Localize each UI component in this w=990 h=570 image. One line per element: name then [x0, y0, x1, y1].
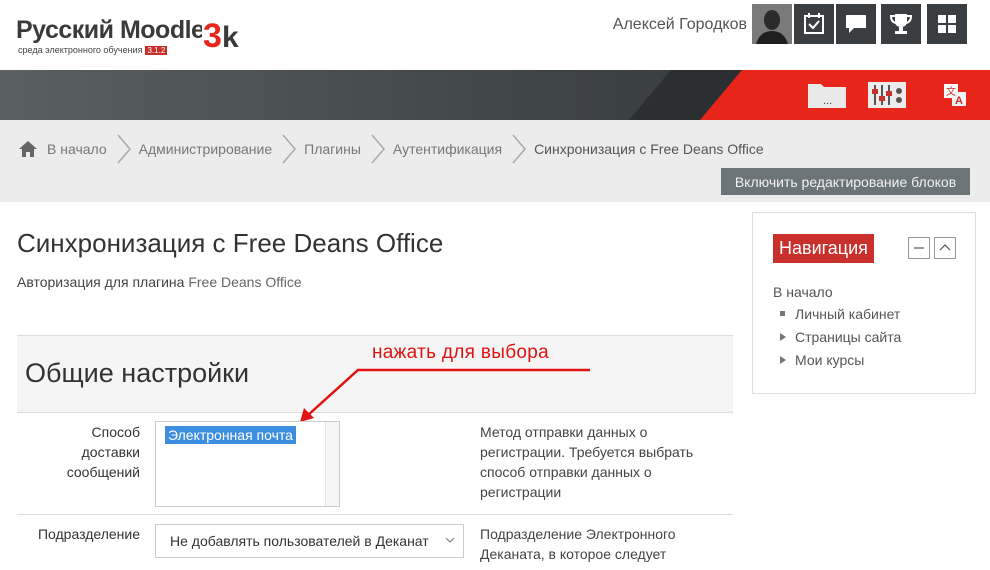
breadcrumb-separator-icon — [371, 134, 385, 164]
messages-button[interactable] — [836, 4, 876, 44]
breadcrumb-separator-icon — [282, 134, 297, 164]
avatar[interactable] — [752, 4, 792, 44]
breadcrumb-link[interactable]: Аутентификация — [393, 141, 502, 157]
badges-button[interactable] — [881, 4, 921, 44]
department-select-value: Не добавлять пользователей в Деканат — [170, 533, 429, 549]
square-bullet-icon — [780, 311, 785, 316]
files-button[interactable]: ... — [807, 80, 847, 110]
dock-block-button[interactable] — [908, 237, 930, 259]
admin-settings-button[interactable] — [867, 80, 907, 110]
trophy-icon — [889, 14, 913, 34]
nav-item-site-pages[interactable]: Страницы сайта — [779, 329, 901, 345]
settings-panel-icon — [868, 82, 906, 108]
breadcrumb: В начало Администрирование Плагины Аутен… — [18, 132, 764, 166]
listbox-scrollbar[interactable] — [325, 422, 339, 506]
breadcrumb-link[interactable]: В начало — [47, 141, 107, 157]
delivery-option-email[interactable]: Электронная почта — [165, 426, 296, 444]
calendar-button[interactable] — [794, 4, 834, 44]
row-divider — [17, 514, 733, 515]
breadcrumb-separator-icon — [117, 134, 131, 164]
home-icon — [19, 141, 37, 157]
logo-version: 3.1.2 — [145, 46, 168, 55]
top-header: Русский Moodle среда электронного обучен… — [0, 0, 990, 70]
nav-item-label: Мои курсы — [795, 352, 865, 368]
delivery-method-description: Метод отправки данных о регистрации. Тре… — [480, 424, 694, 500]
breadcrumb-link[interactable]: Администрирование — [139, 141, 273, 157]
delivery-method-label: Способ доставки сообщений — [66, 424, 140, 480]
svg-text:A: A — [955, 95, 963, 107]
nav-item-my-courses[interactable]: Мои курсы — [779, 352, 864, 368]
caret-right-icon — [780, 356, 786, 364]
edit-blocks-button[interactable]: Включить редактирование блоков — [721, 168, 970, 195]
language-button[interactable]: 文 A — [935, 80, 975, 110]
breadcrumb-separator-icon — [512, 134, 527, 164]
apps-button[interactable] — [927, 4, 967, 44]
navigation-block: Навигация В начало Личный кабинет Страни… — [752, 212, 976, 394]
department-description: Подразделение Электронного Деканата, в к… — [480, 526, 676, 562]
svg-text:...: ... — [823, 95, 832, 107]
minus-icon — [914, 247, 924, 249]
page-title: Синхронизация с Free Deans Office — [17, 228, 444, 258]
breadcrumb-item[interactable]: Администрирование — [107, 134, 273, 164]
page-subtitle: Авторизация для плагина Free Deans Offic… — [17, 274, 302, 290]
breadcrumb-link[interactable]: Плагины — [304, 141, 361, 157]
nav-item-label: Личный кабинет — [795, 306, 901, 322]
logo-subtitle: среда электронного обучения 3.1.2 — [18, 45, 168, 55]
page-subtitle-plugin: Free Deans Office — [188, 274, 302, 290]
messages-icon — [846, 15, 866, 33]
caret-right-icon — [780, 333, 786, 341]
user-name[interactable]: Алексей Городков — [613, 16, 747, 34]
collapse-block-button[interactable] — [934, 237, 956, 259]
logo-title: Русский Moodle — [16, 16, 205, 44]
annotation-arrow-icon — [300, 368, 590, 422]
breadcrumb-home[interactable]: В начало — [18, 140, 107, 158]
nav-item-dashboard[interactable]: Личный кабинет — [779, 306, 900, 322]
grid-icon — [938, 15, 956, 33]
nav-item-label: Страницы сайта — [795, 329, 902, 345]
department-label: Подразделение — [37, 526, 140, 542]
folder-icon: ... — [808, 84, 846, 108]
calendar-icon — [804, 13, 824, 34]
nav-home-link[interactable]: В начало — [773, 284, 833, 300]
breadcrumb-current-label: Синхронизация с Free Deans Office — [534, 141, 764, 157]
chevron-up-icon — [939, 244, 951, 251]
breadcrumb-current: Синхронизация с Free Deans Office — [502, 134, 764, 164]
chevron-down-icon — [445, 537, 455, 543]
section-title: Общие настройки — [25, 358, 250, 388]
language-icon: 文 A — [944, 84, 966, 107]
delivery-method-listbox[interactable]: Электронная почта — [155, 421, 340, 507]
breadcrumb-item[interactable]: Аутентификация — [361, 134, 502, 164]
navigation-title: Навигация — [773, 234, 874, 263]
logo-3k-mark: 3 k — [202, 14, 242, 54]
page-subtitle-prefix: Авторизация для плагина — [17, 274, 189, 290]
svg-text:k: k — [222, 21, 239, 54]
department-select[interactable]: Не добавлять пользователей в Деканат — [155, 524, 464, 558]
site-logo[interactable]: Русский Moodle среда электронного обучен… — [16, 12, 246, 56]
header-band: ... 文 A — [0, 70, 990, 120]
svg-text:3: 3 — [203, 17, 222, 54]
breadcrumb-item[interactable]: Плагины — [272, 134, 361, 164]
